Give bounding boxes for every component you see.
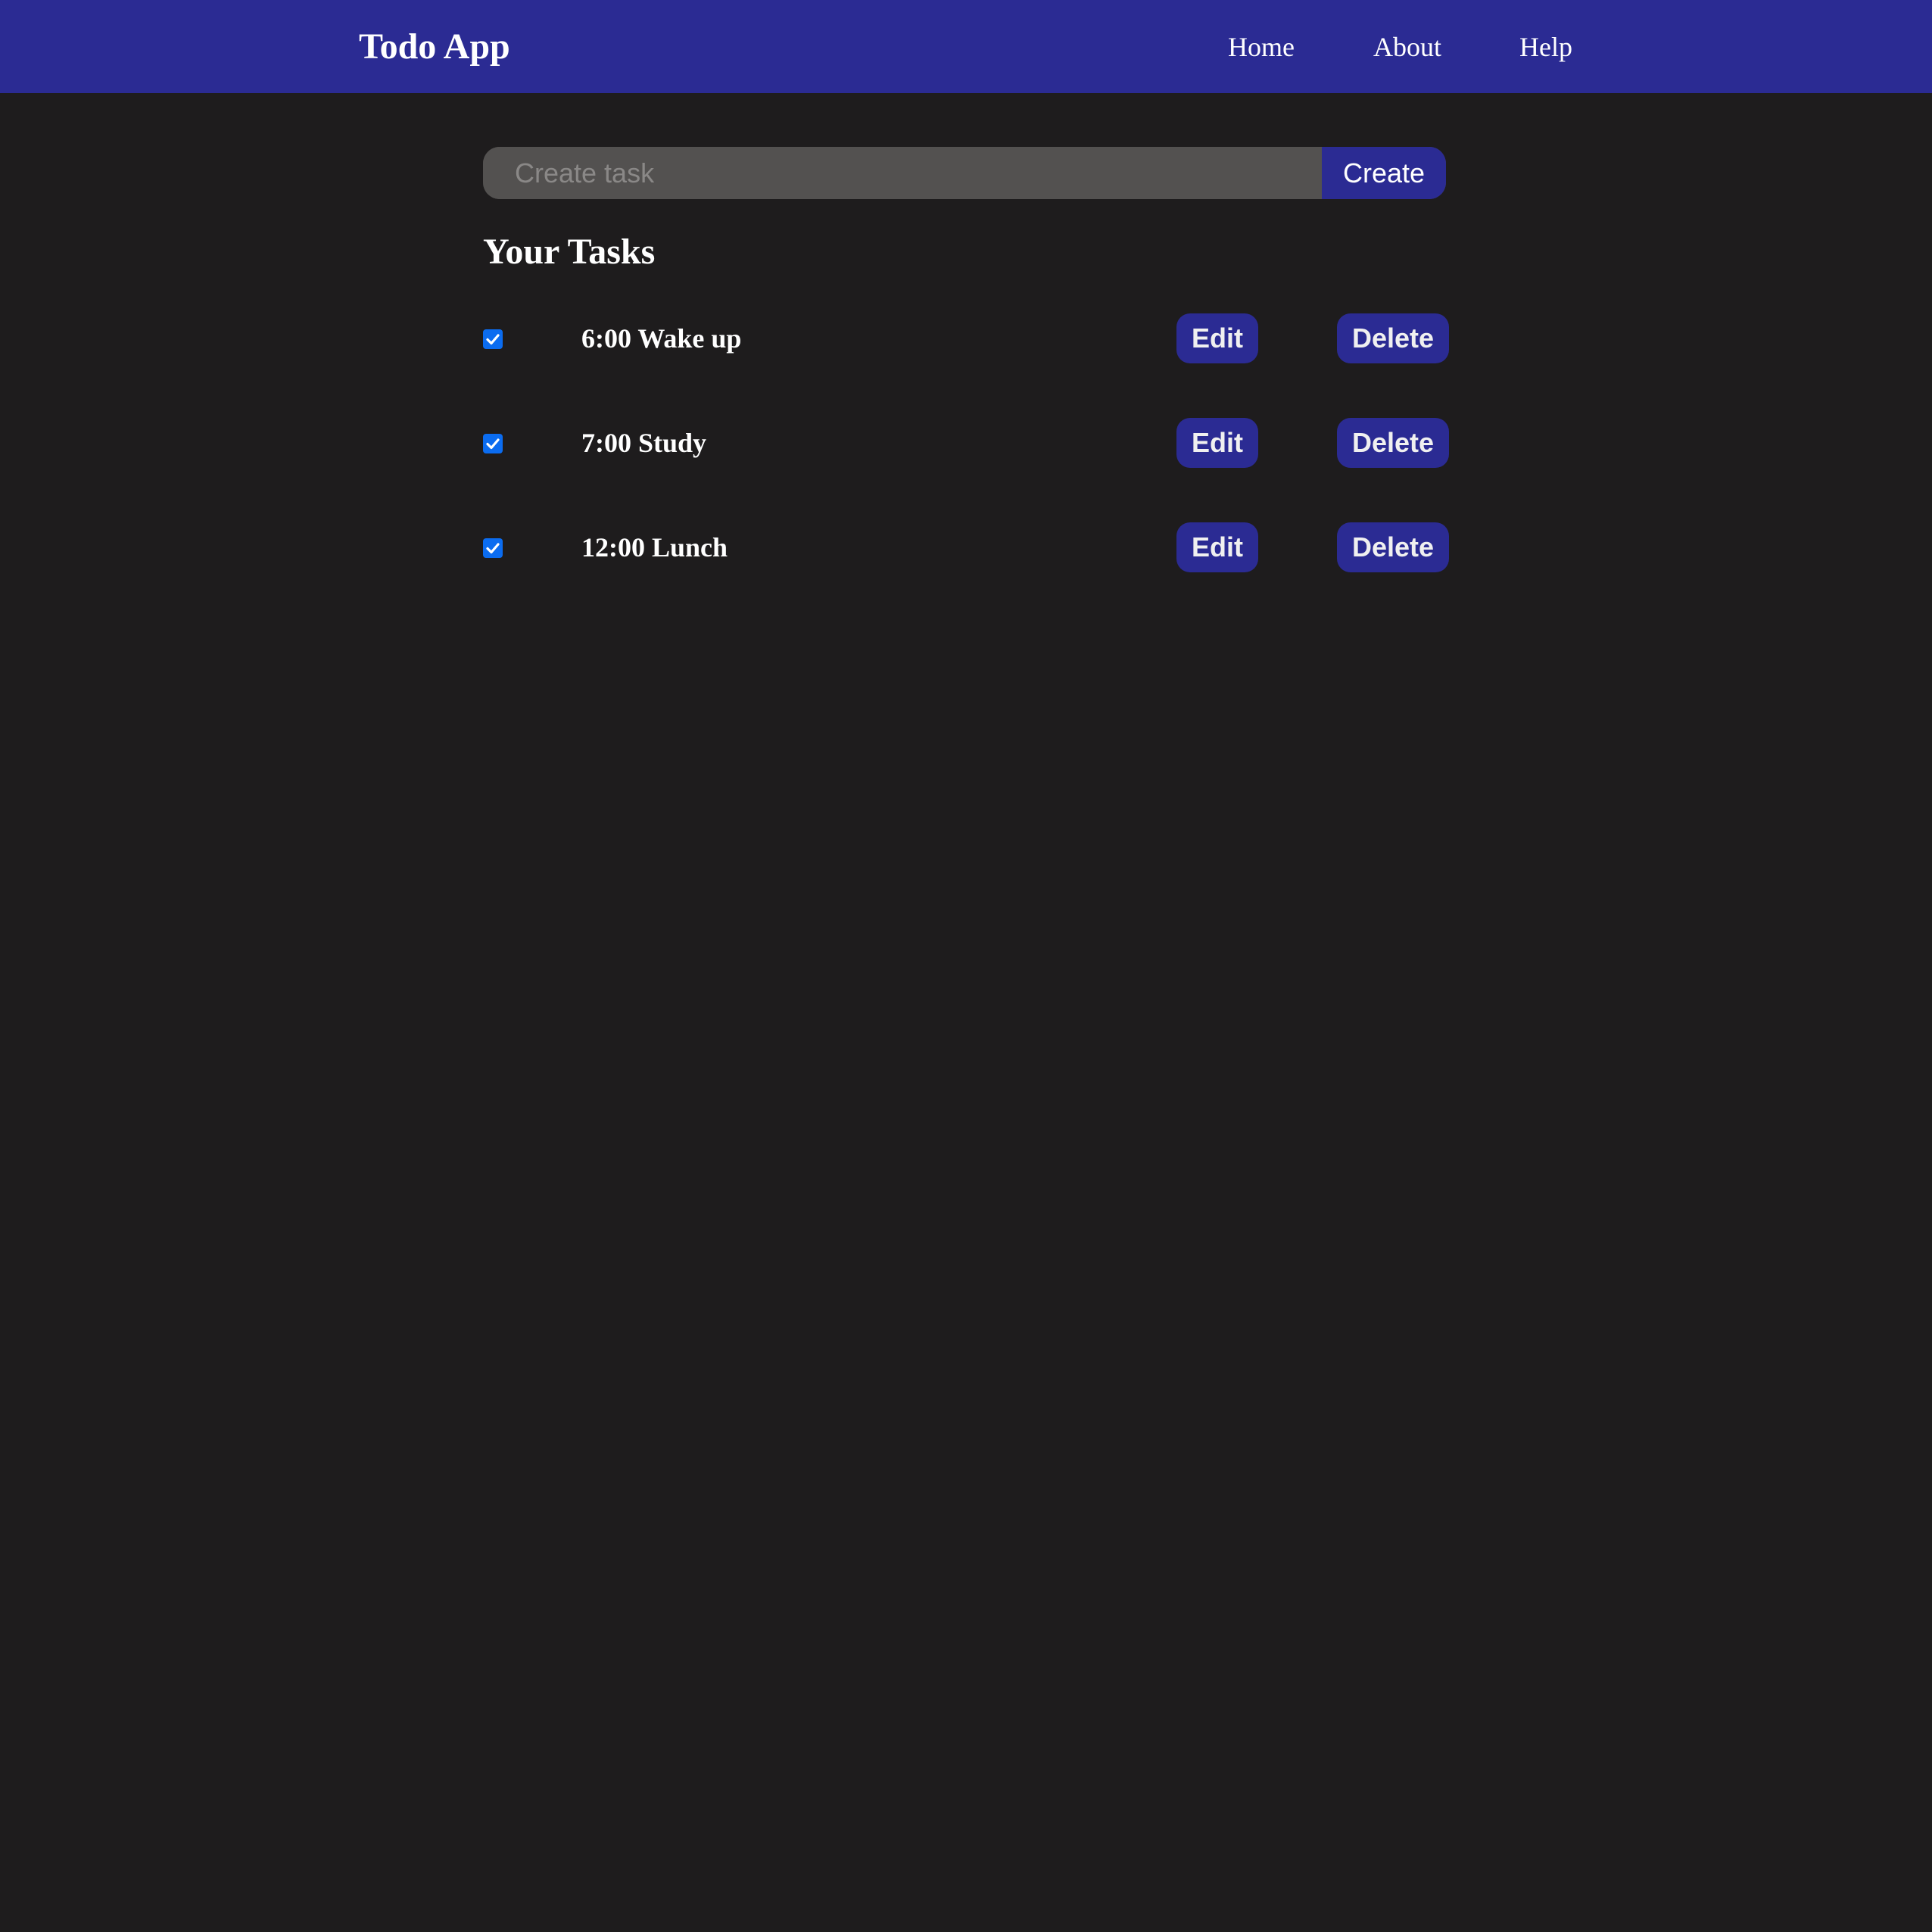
task-checkbox[interactable]	[483, 329, 503, 349]
create-task-input[interactable]	[483, 147, 1322, 199]
app-brand[interactable]: Todo App	[359, 24, 510, 70]
create-button[interactable]: Create	[1322, 147, 1446, 199]
task-label: 12:00 Lunch	[581, 532, 728, 562]
task-label: 7:00 Study	[581, 428, 707, 458]
task-checkbox[interactable]	[483, 434, 503, 453]
delete-button[interactable]: Delete	[1337, 522, 1449, 572]
delete-button[interactable]: Delete	[1337, 418, 1449, 468]
edit-button[interactable]: Edit	[1176, 313, 1258, 363]
checkmark-icon	[486, 438, 500, 450]
nav-link-help[interactable]: Help	[1519, 29, 1572, 65]
create-task-form: Create	[483, 147, 1446, 199]
top-navbar: Todo App Home About Help	[0, 0, 1932, 93]
edit-button[interactable]: Edit	[1176, 522, 1258, 572]
task-row: 12:00 Lunch Edit Delete	[483, 522, 1452, 572]
tasks-heading: Your Tasks	[483, 232, 656, 272]
task-label: 6:00 Wake up	[581, 323, 742, 354]
task-checkbox[interactable]	[483, 538, 503, 558]
edit-button[interactable]: Edit	[1176, 418, 1258, 468]
delete-button[interactable]: Delete	[1337, 313, 1449, 363]
task-row: 6:00 Wake up Edit Delete	[483, 313, 1452, 363]
nav-link-home[interactable]: Home	[1228, 29, 1295, 65]
nav-link-about[interactable]: About	[1373, 29, 1441, 65]
checkmark-icon	[486, 334, 500, 345]
task-row: 7:00 Study Edit Delete	[483, 418, 1452, 468]
checkmark-icon	[486, 543, 500, 554]
